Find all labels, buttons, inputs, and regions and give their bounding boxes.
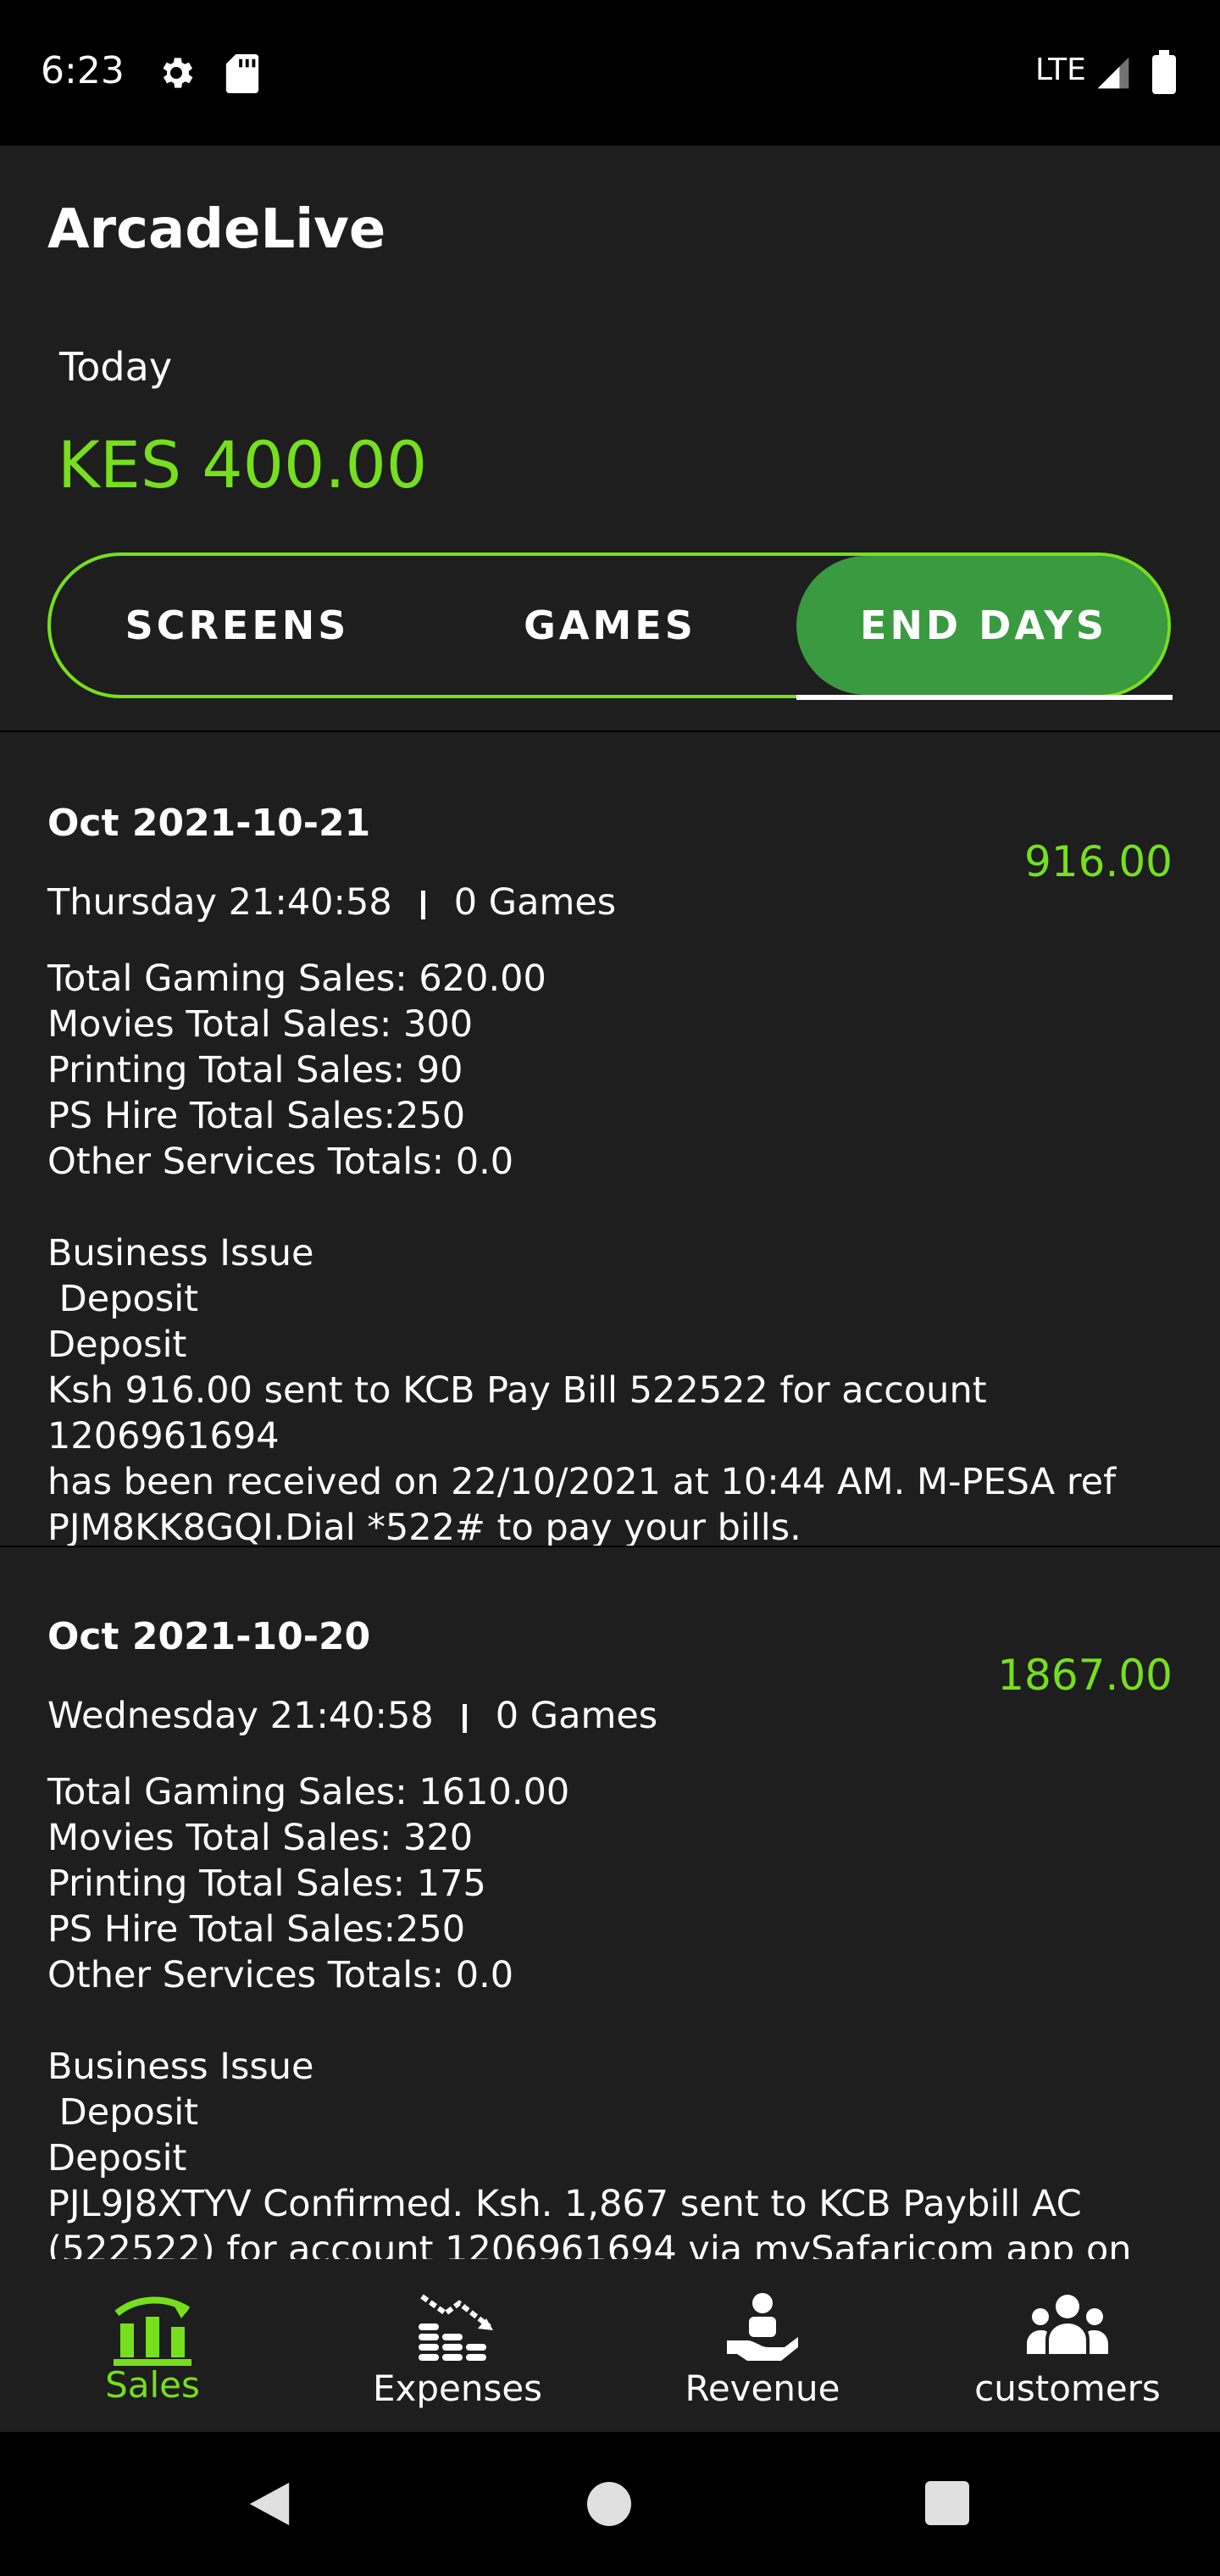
coins-trend-down-icon: [419, 2294, 493, 2361]
signal-icon: [1097, 57, 1129, 89]
entry-games: 0 Games: [495, 1695, 658, 1737]
network-type: LTE: [1035, 53, 1086, 87]
nav-label-customers: customers: [974, 2368, 1161, 2409]
app-title: ArcadeLive: [47, 198, 386, 261]
status-bar: 6:23 LTE: [0, 0, 1220, 146]
tab-screens[interactable]: SCREENS: [51, 556, 424, 695]
end-days-list[interactable]: Oct 2021-10-21 916.00 Thursday 21:40:58 0…: [0, 732, 1220, 2259]
back-icon[interactable]: [246, 2479, 293, 2529]
bar-chart-icon: [114, 2296, 191, 2366]
period-label: Today: [59, 344, 173, 390]
tab-games[interactable]: GAMES: [424, 556, 796, 695]
tab-end-days[interactable]: END DAYS: [796, 556, 1167, 695]
entry-day-time: Wednesday 21:40:58: [47, 1695, 434, 1737]
entry-amount: 916.00: [1024, 837, 1173, 886]
nav-revenue[interactable]: Revenue: [610, 2259, 915, 2432]
nav-label-expenses: Expenses: [372, 2368, 543, 2409]
entry-amount: 1867.00: [997, 1651, 1173, 1700]
entry-date: Oct 2021-10-20: [47, 1615, 371, 1658]
battery-icon: [1152, 50, 1176, 94]
settings-gear-icon: [163, 58, 193, 88]
entry-date: Oct 2021-10-21: [47, 802, 371, 845]
entry-subtitle: Wednesday 21:40:58 0 Games: [47, 1695, 657, 1737]
tab-selected-indicator: [796, 695, 1173, 700]
today-total-amount: KES 400.00: [58, 427, 428, 502]
list-divider: [0, 1546, 1220, 1547]
nav-sales[interactable]: Sales: [0, 2259, 305, 2432]
nav-customers[interactable]: customers: [915, 2259, 1220, 2432]
entry-details: Total Gaming Sales: 620.00 Movies Total …: [47, 958, 1117, 1549]
separator: [462, 1703, 467, 1733]
system-nav-bar: [0, 2432, 1220, 2576]
home-icon[interactable]: [586, 2481, 632, 2527]
segment-tabs: SCREENS GAMES END DAYS: [47, 552, 1171, 698]
bottom-nav: Sales Expenses Revenue customers: [0, 2259, 1220, 2432]
sd-card-icon: [225, 54, 259, 93]
entry-details: Total Gaming Sales: 1610.00 Movies Total…: [47, 1771, 1132, 2259]
status-time: 6:23: [41, 49, 125, 92]
separator: [420, 890, 425, 919]
recents-icon[interactable]: [925, 2481, 969, 2525]
hand-receiving-icon: [727, 2293, 798, 2361]
nav-expenses[interactable]: Expenses: [305, 2259, 610, 2432]
nav-label-revenue: Revenue: [685, 2368, 840, 2409]
entry-subtitle: Thursday 21:40:58 0 Games: [47, 881, 616, 924]
nav-label-sales: Sales: [105, 2364, 200, 2406]
group-people-icon: [1027, 2295, 1108, 2354]
entry-games: 0 Games: [453, 881, 617, 924]
entry-day-time: Thursday 21:40:58: [47, 881, 392, 924]
